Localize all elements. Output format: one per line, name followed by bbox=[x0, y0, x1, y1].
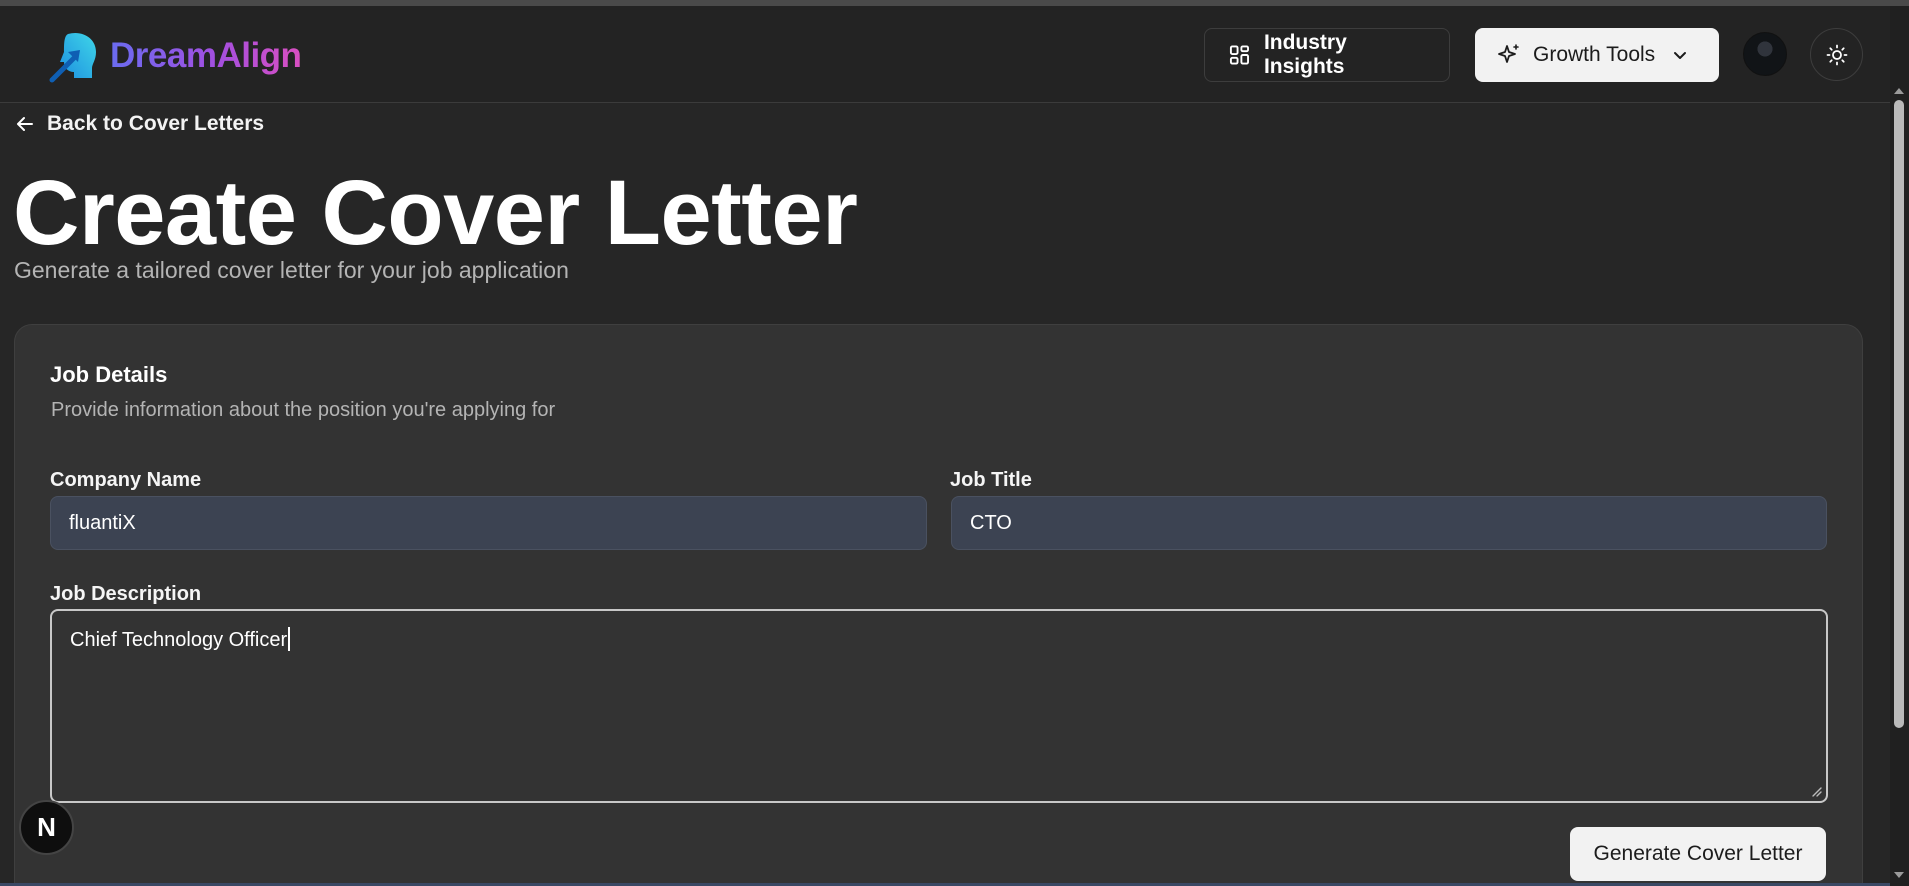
page-subtitle: Generate a tailored cover letter for you… bbox=[14, 257, 569, 283]
text-caret bbox=[288, 627, 291, 651]
page-scrollbar[interactable] bbox=[1890, 6, 1909, 886]
generate-cover-letter-button[interactable]: Generate Cover Letter bbox=[1570, 827, 1826, 881]
company-name-label: Company Name bbox=[50, 469, 202, 491]
scroll-down-arrow[interactable] bbox=[1894, 872, 1904, 878]
job-title-input[interactable]: CTO bbox=[951, 496, 1827, 550]
logo-icon bbox=[49, 32, 96, 83]
back-link-label: Back to Cover Letters bbox=[47, 112, 265, 135]
grid-icon bbox=[1229, 45, 1249, 65]
job-description-textarea[interactable]: Chief Technology Officer bbox=[50, 609, 1828, 803]
resize-handle-icon[interactable] bbox=[1810, 785, 1822, 797]
industry-insights-label: Industry Insights bbox=[1263, 31, 1347, 78]
theme-toggle-button[interactable] bbox=[1810, 28, 1863, 81]
job-description-label: Job Description bbox=[50, 583, 202, 605]
user-avatar[interactable] bbox=[1743, 32, 1787, 76]
job-description-text: Chief Technology Officer bbox=[70, 629, 288, 651]
back-to-cover-letters-link[interactable]: Back to Cover Letters bbox=[15, 112, 264, 136]
brand-logo[interactable]: DreamAlign bbox=[48, 28, 302, 84]
company-name-input[interactable]: fluantiX bbox=[50, 496, 927, 550]
growth-tools-dropdown[interactable]: Growth Tools bbox=[1475, 28, 1719, 82]
chevron-down-icon bbox=[1674, 52, 1687, 59]
dev-tools-badge[interactable]: N bbox=[19, 800, 74, 855]
industry-insights-button[interactable]: Industry Insights bbox=[1204, 28, 1450, 82]
sun-icon bbox=[1826, 44, 1847, 65]
job-title-label: Job Title bbox=[950, 469, 1032, 491]
sparkles-icon bbox=[1498, 44, 1519, 63]
scroll-thumb[interactable] bbox=[1894, 100, 1904, 728]
card-title: Job Details bbox=[50, 362, 168, 387]
scroll-up-arrow[interactable] bbox=[1894, 88, 1904, 94]
card-description: Provide information about the position y… bbox=[51, 399, 556, 421]
page-title: Create Cover Letter bbox=[13, 162, 858, 264]
arrow-left-icon bbox=[17, 117, 33, 131]
top-navbar: DreamAlign Industry Insights Growth Tool… bbox=[0, 6, 1890, 103]
brand-name: DreamAlign bbox=[110, 36, 302, 75]
growth-tools-label: Growth Tools bbox=[1533, 43, 1656, 66]
